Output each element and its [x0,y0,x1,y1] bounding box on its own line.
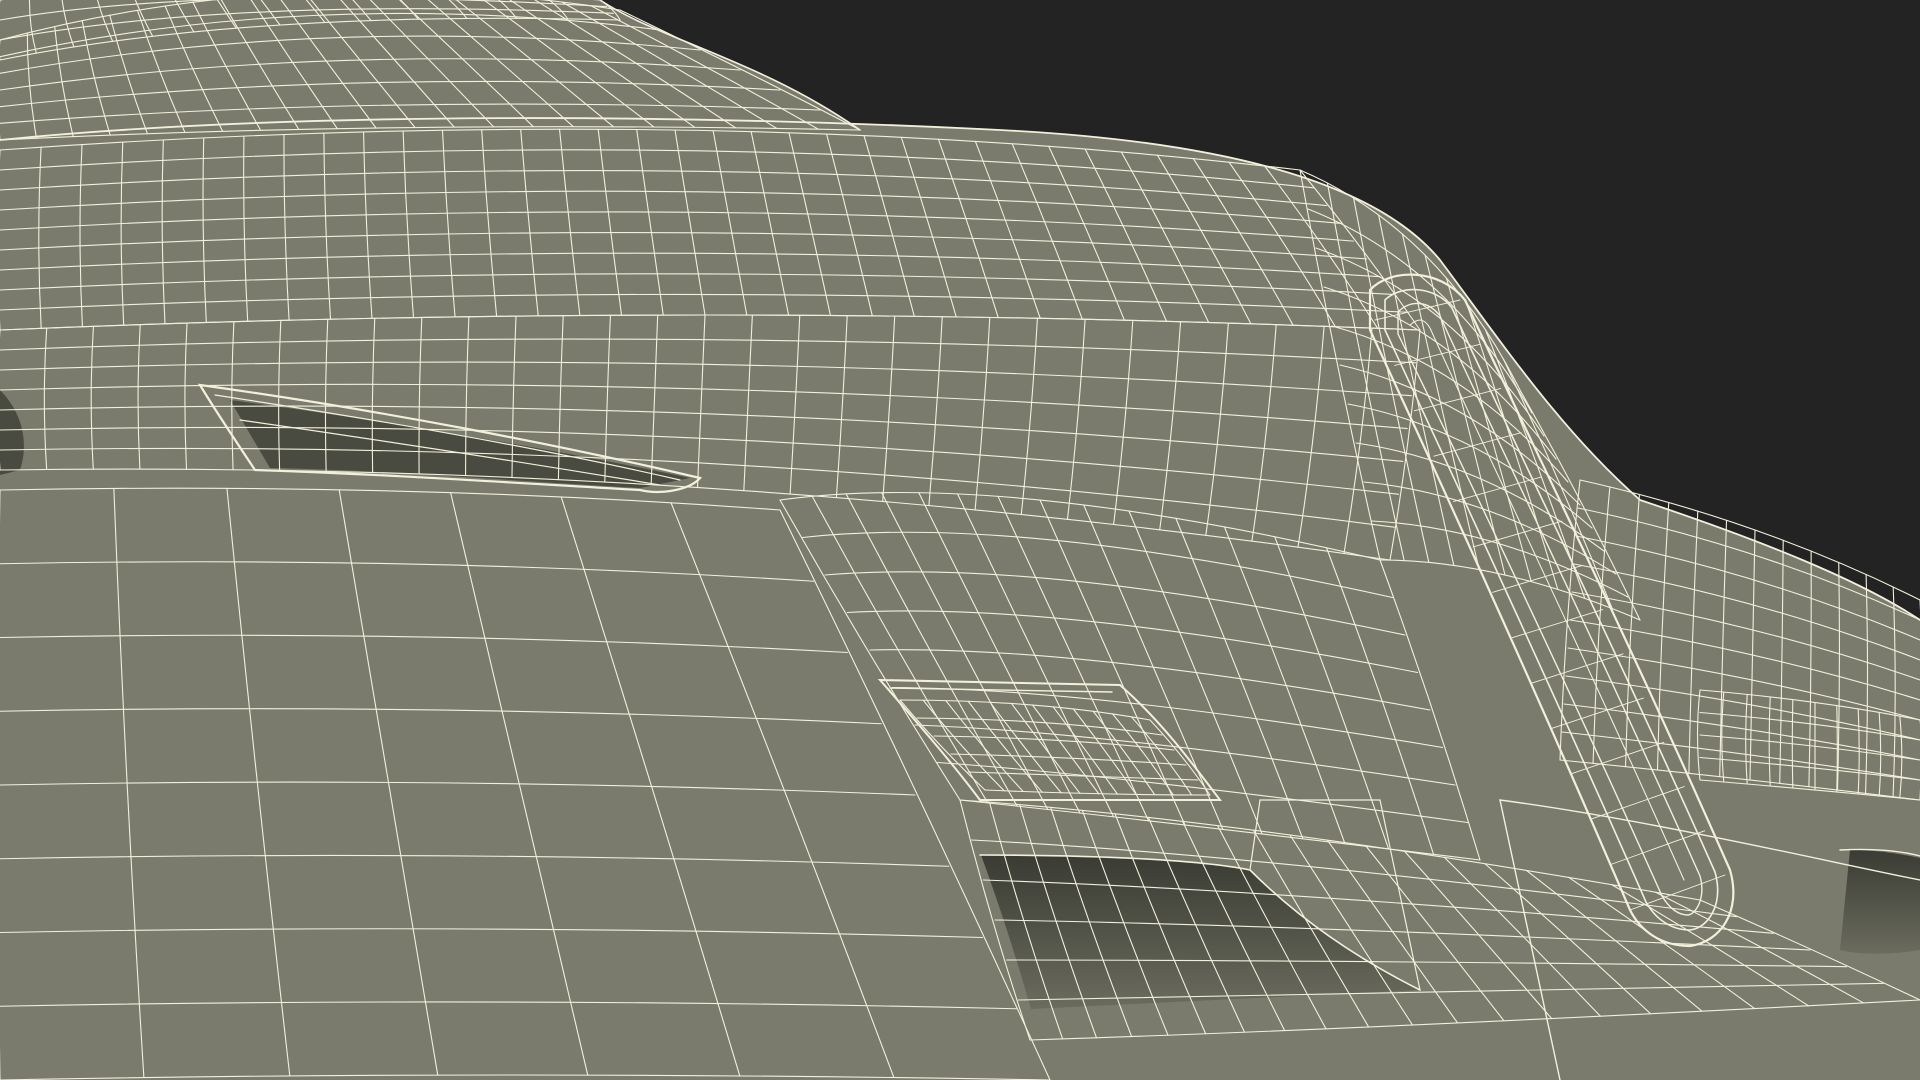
right-lower-fin-col [1791,699,1794,789]
3d-viewport[interactable] [0,0,1920,1080]
right-lower-fin-col [1836,705,1838,793]
wireframe-mesh-render [0,0,1920,1080]
